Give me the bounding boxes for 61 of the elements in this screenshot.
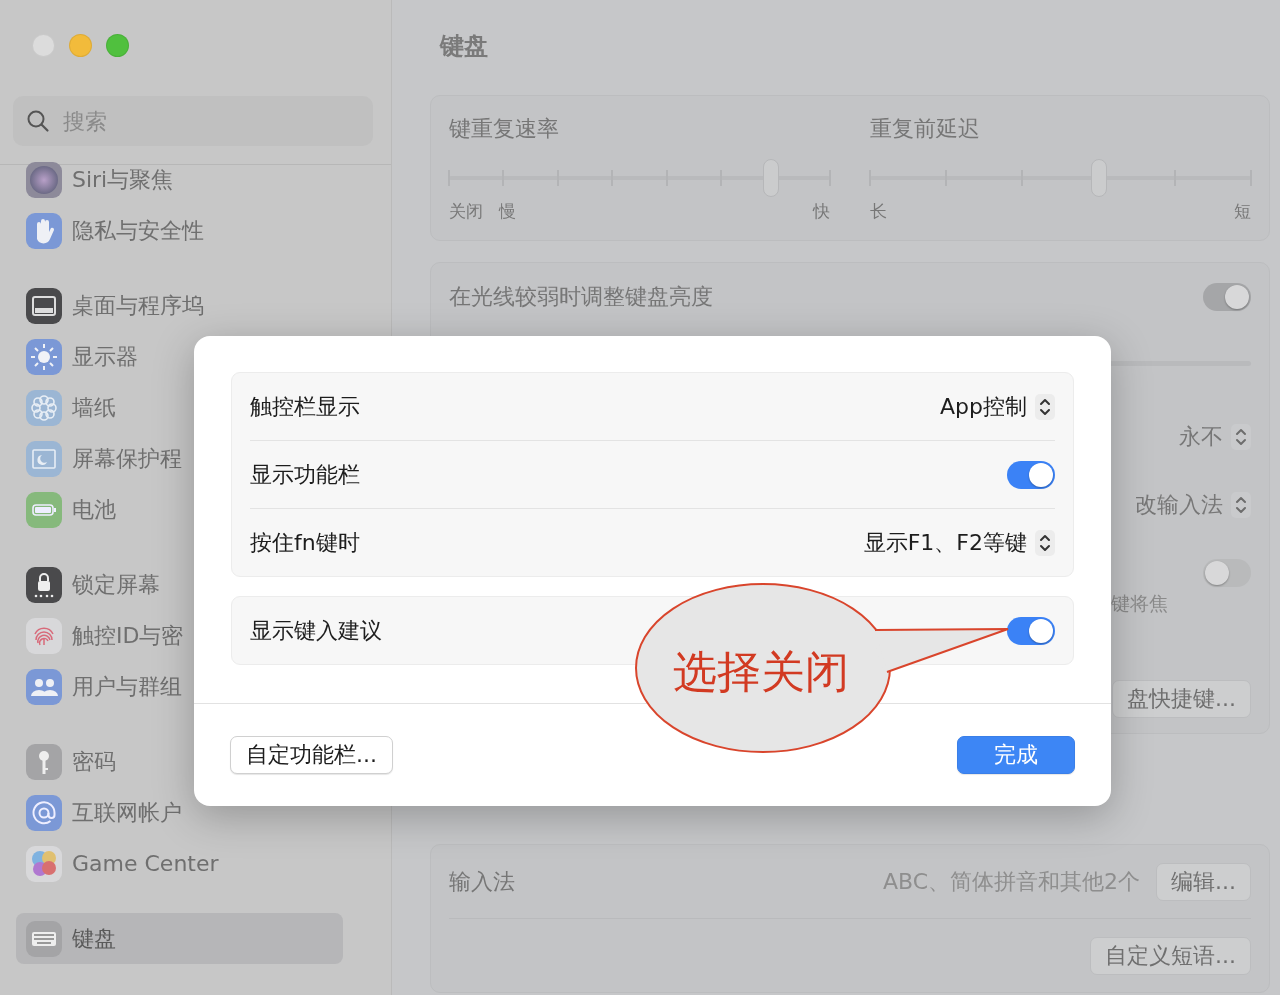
popup-button[interactable]: App控制 bbox=[940, 391, 1055, 422]
action-button[interactable]: 编辑... bbox=[1156, 862, 1251, 901]
setting-label: 重复前延迟 bbox=[870, 115, 981, 143]
window-icon bbox=[26, 287, 62, 324]
popup-button[interactable]: 永不 bbox=[1179, 422, 1251, 452]
sidebar-item[interactable]: Game Center bbox=[16, 838, 343, 889]
callout-text: 选择关闭 bbox=[673, 645, 849, 699]
at-sign-icon bbox=[26, 794, 62, 831]
customize-button[interactable]: 自定功能栏... bbox=[230, 736, 393, 774]
setting-label: 显示功能栏 bbox=[250, 460, 360, 489]
chevron-updown-icon bbox=[1231, 424, 1251, 450]
keyboard-icon bbox=[26, 920, 62, 957]
chevron-updown-icon bbox=[1231, 492, 1251, 518]
toggle-switch[interactable] bbox=[1007, 616, 1055, 645]
toggle-switch[interactable] bbox=[1007, 460, 1055, 489]
scale-label: 长 bbox=[870, 200, 887, 223]
setting-description: 键将焦 bbox=[1111, 591, 1168, 616]
setting-label: 按住fn键时 bbox=[250, 528, 360, 557]
popup-button[interactable]: 显示F1、F2等键 bbox=[863, 527, 1055, 558]
bubbles-icon bbox=[26, 845, 62, 882]
scale-label: 短 bbox=[1234, 200, 1251, 223]
chevron-updown-icon bbox=[1035, 529, 1055, 556]
lock-icon bbox=[26, 566, 62, 603]
action-button[interactable]: 自定义短语... bbox=[1090, 936, 1251, 975]
sun-icon bbox=[26, 338, 62, 375]
action-button[interactable]: 盘快捷键... bbox=[1112, 680, 1251, 718]
sidebar-item[interactable]: 隐私与安全性 bbox=[16, 205, 343, 256]
key-icon bbox=[26, 743, 62, 780]
scale-label: 快 bbox=[813, 200, 830, 223]
battery-icon bbox=[26, 491, 62, 528]
done-button[interactable]: 完成 bbox=[957, 736, 1075, 774]
page-title: 键盘 bbox=[438, 31, 489, 62]
sidebar-item[interactable]: 互联网帐户 bbox=[16, 787, 343, 838]
setting-label: 触控栏显示 bbox=[250, 392, 360, 421]
toggle-switch[interactable] bbox=[1203, 283, 1251, 311]
window-control-button[interactable] bbox=[69, 34, 92, 57]
people-icon bbox=[26, 668, 62, 705]
sidebar-item[interactable]: 键盘 bbox=[16, 913, 343, 964]
setting-label: 键重复速率 bbox=[449, 115, 560, 143]
setting-label: 在光线较弱时调整键盘亮度 bbox=[449, 284, 713, 309]
sidebar-item[interactable]: 锁定屏幕 bbox=[16, 559, 343, 610]
chevron-updown-icon bbox=[1035, 393, 1055, 420]
moon-screen-icon bbox=[26, 440, 62, 477]
sidebar-item[interactable]: 桌面与程序坞 bbox=[16, 280, 343, 331]
slider-track[interactable] bbox=[870, 158, 1251, 198]
setting-value: ABC、简体拼音和其他2个 bbox=[882, 867, 1140, 896]
popup-button[interactable]: 改输入法 bbox=[1135, 490, 1251, 520]
sidebar-item[interactable]: 用户与群组 bbox=[16, 661, 343, 712]
setting-label: 输入法 bbox=[449, 868, 515, 894]
setting-label: 显示键入建议 bbox=[250, 616, 382, 645]
slider-track[interactable] bbox=[449, 158, 830, 198]
fingerprint-icon bbox=[26, 617, 62, 654]
scale-label: 关闭 bbox=[449, 200, 483, 223]
orb-icon bbox=[26, 161, 62, 198]
scale-label: 慢 bbox=[499, 200, 516, 223]
sidebar-item[interactable]: Siri与聚焦 bbox=[16, 154, 343, 205]
toggle-switch[interactable] bbox=[1203, 559, 1251, 587]
window-control-button[interactable] bbox=[106, 34, 129, 57]
sidebar-item[interactable]: 显示器 bbox=[16, 331, 343, 382]
hand-icon bbox=[26, 212, 62, 249]
flower-icon bbox=[26, 389, 62, 426]
